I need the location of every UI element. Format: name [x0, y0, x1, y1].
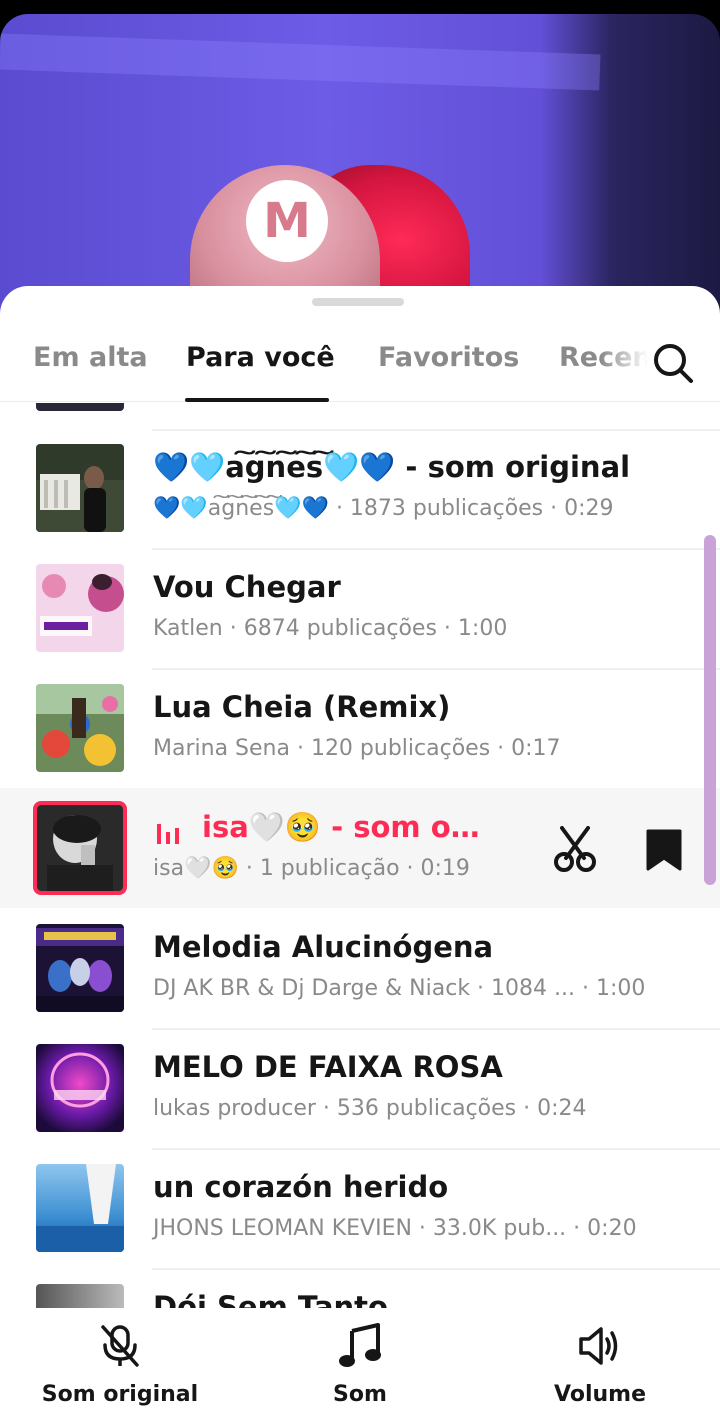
search-icon: [654, 344, 693, 383]
volume-label: Volume: [554, 1382, 646, 1407]
tab-favorites[interactable]: Favoritos: [378, 342, 519, 373]
tab-for-you[interactable]: Para você: [186, 342, 335, 373]
track-row[interactable]: Vou Chegar Katlen · 6874 publicações · 1…: [0, 548, 720, 668]
track-row-selected[interactable]: isa🤍🥹 - som ori... isa🤍🥹 · 1 publicação …: [0, 788, 720, 908]
original-sound-button[interactable]: Som original: [20, 1320, 220, 1407]
track-title: Dói Sem Tanto: [153, 1290, 388, 1309]
track-thumbnail: [36, 403, 124, 411]
track-meta: lukas producer · 536 publicações · 0:24: [153, 1096, 587, 1121]
track-meta: DJ AK BR & Dj Darge & Niack · 1084 ... ·…: [153, 976, 646, 1001]
volume-icon: [579, 1327, 618, 1365]
track-row[interactable]: Dói Sem Tanto: [0, 1268, 720, 1309]
sound-button[interactable]: Som: [260, 1320, 460, 1407]
track-meta: JHONS LEOMAN KEVIEN · 33.0K pub... · 0:2…: [153, 1216, 637, 1241]
scissors-icon[interactable]: [552, 826, 598, 872]
sheet-drag-handle[interactable]: [312, 298, 404, 306]
track-title: MELO DE FAIXA ROSA: [153, 1050, 503, 1084]
track-row[interactable]: un corazón herido JHONS LEOMAN KEVIEN · …: [0, 1148, 720, 1268]
track-thumbnail: [36, 684, 124, 772]
track-row[interactable]: Lua Cheia (Remix) Marina Sena · 120 publ…: [0, 668, 720, 788]
track-row[interactable]: Melodia Alucinógena DJ AK BR & Dj Darge …: [0, 908, 720, 1028]
bookmark-icon[interactable]: [645, 828, 683, 872]
status-bar: [0, 0, 720, 14]
track-meta: 💙🩵a͠g͠n͠e͠s͠🩵💙 · 1873 publicações · 0:29: [153, 496, 614, 521]
cap-logo: M: [246, 180, 328, 262]
track-thumbnail: [36, 1164, 124, 1252]
track-title: 💙🩵a͠g͠n͠e͠s͠🩵💙 - som original: [153, 450, 631, 484]
sound-picker-sheet: Em alta Para você Favoritos Recen: [0, 286, 720, 1420]
track-meta: isa🤍🥹 · 1 publicação · 0:19: [153, 856, 470, 881]
sound-list[interactable]: 💙🩵a͠g͠n͠e͠s͠🩵💙 - som original 💙🩵a͠g͠n͠e͠…: [0, 403, 720, 1309]
volume-button[interactable]: Volume: [500, 1320, 700, 1407]
playing-bars-icon: [157, 824, 179, 844]
track-thumbnail: [36, 1284, 124, 1309]
track-thumbnail: [33, 801, 127, 895]
track-title: un corazón herido: [153, 1170, 449, 1204]
track-meta: Marina Sena · 120 publicações · 0:17: [153, 736, 561, 761]
mic-off-icon: [101, 1325, 139, 1367]
track-row[interactable]: 💙🩵a͠g͠n͠e͠s͠🩵💙 - som original 💙🩵a͠g͠n͠e͠…: [0, 428, 720, 548]
sound-options-bar: Som original Som Volume: [0, 1308, 720, 1420]
tab-trending[interactable]: Em alta: [33, 342, 148, 373]
track-thumbnail: [36, 564, 124, 652]
track-meta: Katlen · 6874 publicações · 1:00: [153, 616, 508, 641]
original-sound-label: Som original: [41, 1382, 199, 1407]
sound-label: Som: [333, 1382, 387, 1407]
track-title: Lua Cheia (Remix): [153, 690, 451, 724]
track-title: isa🤍🥹 - som ori...: [202, 810, 492, 844]
search-button[interactable]: [648, 338, 698, 388]
video-light-stripe: [0, 33, 601, 91]
track-thumbnail: [36, 444, 124, 532]
track-row[interactable]: MELO DE FAIXA ROSA lukas producer · 536 …: [0, 1028, 720, 1148]
track-thumbnail: [36, 1044, 124, 1132]
track-thumbnail: [36, 924, 124, 1012]
track-title: Melodia Alucinógena: [153, 930, 494, 964]
list-scrollbar[interactable]: [704, 535, 716, 885]
sound-tabs: Em alta Para você Favoritos Recen: [0, 326, 720, 402]
track-title: Vou Chegar: [153, 570, 341, 604]
music-note-icon: [339, 1323, 381, 1367]
active-tab-indicator: [185, 398, 329, 402]
